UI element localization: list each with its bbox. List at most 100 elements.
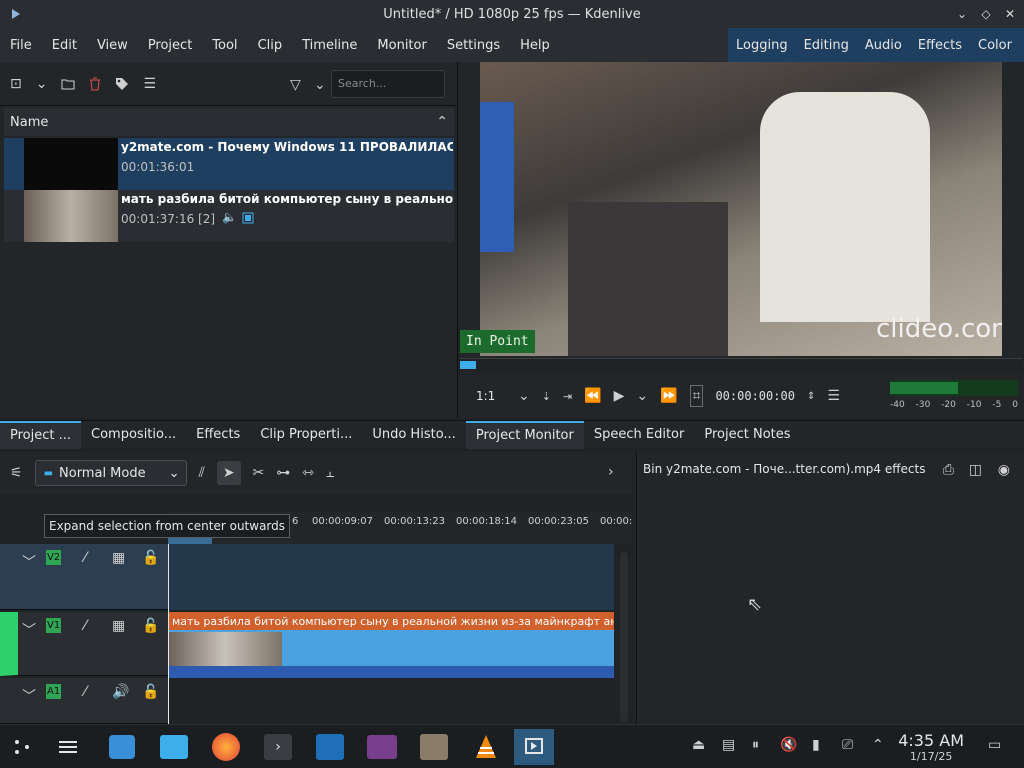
menu-project[interactable]: Project — [138, 38, 202, 53]
chevron-down-icon[interactable]: ⌄ — [36, 76, 48, 92]
menu-settings[interactable]: Settings — [437, 38, 510, 53]
play-icon[interactable]: ▶ — [614, 388, 625, 404]
effects-wand-icon[interactable]: ⁄ — [84, 618, 86, 634]
layout-logging[interactable]: Logging — [728, 38, 796, 53]
system-monitor-icon[interactable] — [310, 729, 350, 765]
show-desktop-icon[interactable]: ▭ — [988, 737, 1001, 753]
timeline-settings-icon[interactable]: ⚟ — [10, 465, 23, 481]
edit-mode-select[interactable]: ▬ Normal Mode ⌄ — [34, 460, 187, 486]
video-app-icon[interactable] — [362, 729, 402, 765]
layout-color[interactable]: Color — [970, 38, 1020, 53]
file-manager-icon[interactable] — [154, 729, 194, 765]
eye-icon[interactable]: ◉ — [998, 462, 1010, 478]
bin-search-input[interactable]: Search... — [331, 70, 445, 98]
menu-edit[interactable]: Edit — [42, 38, 87, 53]
menu-timeline[interactable]: Timeline — [292, 38, 367, 53]
tag-icon[interactable] — [115, 77, 129, 91]
crop-icon[interactable]: ⌗ — [689, 385, 704, 407]
play-options-icon[interactable]: ⌄ — [636, 388, 648, 404]
effects-wand-icon[interactable]: ⁄ — [84, 684, 86, 700]
menu-help[interactable]: Help — [510, 38, 560, 53]
effects-wand-icon[interactable]: ⁄ — [84, 550, 86, 566]
minimize-icon[interactable]: ⌄ — [952, 4, 972, 24]
kdenlive-taskbar-icon[interactable] — [514, 729, 554, 765]
ripple-tool-icon[interactable]: ⊶ — [276, 465, 290, 481]
delete-icon[interactable] — [89, 77, 101, 91]
expand-selection-icon[interactable]: ⫠ — [326, 465, 334, 481]
video-toggle-icon[interactable]: ▦ — [112, 550, 125, 566]
terminal-icon[interactable]: › — [258, 729, 298, 765]
maximize-icon[interactable]: ◇ — [976, 4, 996, 24]
menu-tool[interactable]: Tool — [202, 38, 247, 53]
lock-icon[interactable]: 🔓 — [142, 550, 159, 566]
track-lane-v2[interactable] — [168, 544, 614, 610]
tab-speech-editor[interactable]: Speech Editor — [584, 421, 695, 449]
select-tool-icon[interactable]: ➤ — [216, 461, 241, 485]
add-clip-icon[interactable]: ⊡ — [10, 76, 22, 92]
menu-monitor[interactable]: Monitor — [367, 38, 436, 53]
layout-editing[interactable]: Editing — [796, 38, 857, 53]
monitor-menu-icon[interactable]: ☰ — [827, 388, 840, 404]
tab-project-monitor[interactable]: Project Monitor — [465, 420, 584, 449]
clock[interactable]: 4:35 AM 1/17/25 — [898, 733, 964, 765]
timeline-clip[interactable]: мать разбила битой компьютер сыну в реал… — [168, 612, 614, 678]
video-toggle-icon[interactable]: ▦ — [112, 618, 125, 634]
filter-icon[interactable]: ▽ — [290, 77, 301, 93]
menu-view[interactable]: View — [87, 38, 138, 53]
filter-chevron-icon[interactable]: ⌄ — [314, 77, 326, 93]
tray-volume-muted-icon[interactable]: 🔇 — [780, 737, 797, 753]
track-name[interactable]: V2 — [46, 550, 62, 565]
firefox-icon[interactable] — [206, 729, 246, 765]
track-header-v1[interactable]: ﹀ V1 ⁄ ▦ 🔓 — [0, 612, 168, 676]
slip-tool-icon[interactable]: ⇿ — [302, 465, 314, 481]
app-launcher-icon[interactable] — [2, 729, 42, 765]
track-header-v2[interactable]: ﹀ V2 ⁄ ▦ 🔓 — [0, 544, 168, 610]
add-folder-icon[interactable] — [61, 78, 75, 90]
timecode-display[interactable]: 00:00:00:00 — [715, 389, 794, 403]
track-name[interactable]: A1 — [46, 684, 62, 699]
close-icon[interactable]: ✕ — [1000, 4, 1020, 24]
zoom-chevron-icon[interactable]: ⌄ — [518, 388, 530, 404]
timeline-scrollbar[interactable] — [620, 552, 628, 722]
list-item[interactable]: мать разбила битой компьютер сыну в реал… — [4, 190, 454, 242]
fast-forward-icon[interactable]: ⏩ — [660, 388, 677, 404]
tray-updates-icon[interactable]: ⏏ — [692, 737, 705, 753]
tab-effects[interactable]: Effects — [186, 421, 250, 449]
tray-media-icon[interactable]: ⏸ — [752, 737, 759, 753]
monitor-ruler[interactable] — [460, 358, 1022, 372]
system-settings-icon[interactable] — [48, 729, 88, 765]
lock-icon[interactable]: 🔓 — [142, 618, 159, 634]
tab-project-notes[interactable]: Project Notes — [694, 421, 800, 449]
spin-icon[interactable]: ⇕ — [807, 391, 815, 402]
tray-network-icon[interactable]: ⎚ — [842, 737, 853, 753]
rewind-icon[interactable]: ⏪ — [584, 388, 601, 404]
gimp-icon[interactable] — [414, 729, 454, 765]
collapse-track-icon[interactable]: ﹀ — [22, 686, 36, 706]
collapse-track-icon[interactable]: ﹀ — [22, 620, 36, 640]
vlc-icon[interactable] — [466, 729, 506, 765]
bin-column-header[interactable]: Name ⌃ — [4, 108, 454, 136]
playhead-marker[interactable] — [460, 361, 476, 369]
zoom-select[interactable]: 1:1 — [476, 389, 506, 403]
list-item[interactable]: y2mate.com - Почему Windows 11 ПРОВАЛИЛА… — [4, 138, 454, 190]
layout-effects[interactable]: Effects — [910, 38, 970, 53]
tab-undo-history[interactable]: Undo Histo... — [362, 421, 465, 449]
menu-clip[interactable]: Clip — [248, 38, 293, 53]
track-header-a1[interactable]: ﹀ A1 ⁄ 🔊 🔓 — [0, 678, 168, 724]
tray-expand-icon[interactable]: ⌃ — [872, 737, 884, 753]
track-name[interactable]: V1 — [46, 618, 62, 633]
tray-clipboard-icon[interactable]: ▤ — [722, 737, 735, 753]
discover-store-icon[interactable] — [102, 729, 142, 765]
more-tools-icon[interactable]: › — [608, 464, 614, 480]
video-frame[interactable]: clideo.com — [480, 62, 1002, 356]
timeline-playhead[interactable] — [168, 544, 169, 724]
compare-icon[interactable]: ◫ — [969, 462, 982, 478]
layout-audio[interactable]: Audio — [857, 38, 910, 53]
tray-battery-icon[interactable]: ▮ — [812, 737, 820, 753]
timeline-tracks[interactable]: мать разбила битой компьютер сыну в реал… — [168, 544, 614, 724]
kdenlive-app-icon[interactable] — [6, 4, 26, 24]
razor-tool-icon[interactable]: ✂ — [253, 465, 265, 481]
menu-icon[interactable]: ☰ — [143, 76, 156, 92]
save-effect-icon[interactable]: ⎙ — [943, 462, 954, 478]
spacer-tool-icon[interactable]: ⫽ — [199, 465, 205, 481]
